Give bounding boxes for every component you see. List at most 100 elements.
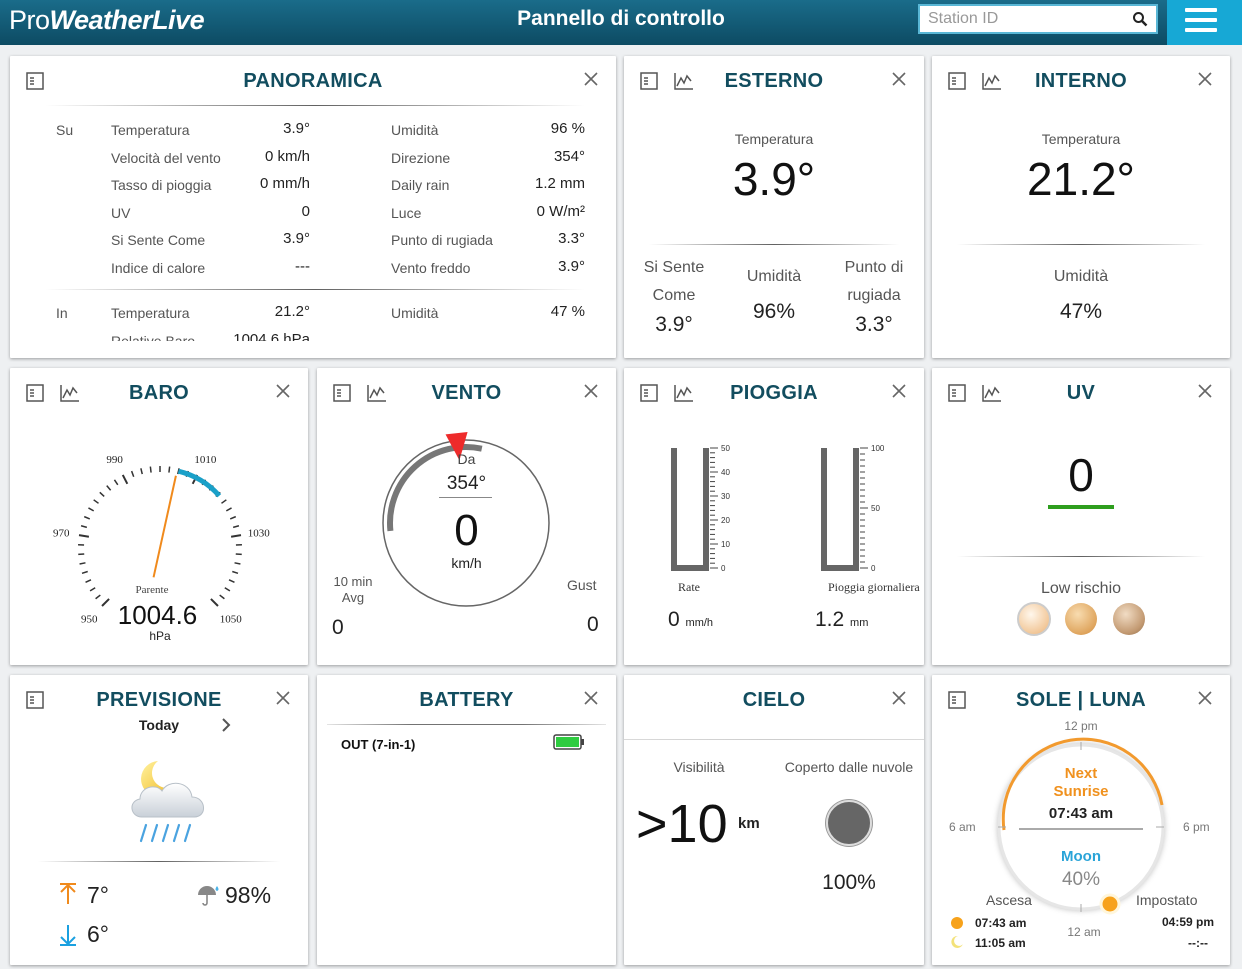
moon-set-time: --:-- xyxy=(1188,936,1208,950)
gauge-tick xyxy=(140,468,143,475)
time-6am: 6 am xyxy=(949,820,976,834)
cloud-cover-label: Coperto dalle nuvole xyxy=(784,759,914,775)
card-title: UV xyxy=(1066,382,1096,404)
wind-avg-label: 10 min Avg xyxy=(333,574,373,605)
overview-in-rows: Temperatura 21.2° Umidità 47 % Relative Baro… xyxy=(10,56,616,341)
humidity-value: 47% xyxy=(1059,300,1103,323)
divider xyxy=(38,861,280,862)
sun-icon xyxy=(951,917,963,929)
uv-level-bar xyxy=(1048,505,1114,509)
dew-point-value: 3.3° xyxy=(855,313,893,336)
gauge-tick xyxy=(88,507,95,512)
arrow-down-icon xyxy=(60,925,76,946)
forecast-low: 6° xyxy=(87,921,109,947)
hamburger-icon xyxy=(1185,28,1217,32)
moon-percent: 40% xyxy=(1061,869,1101,890)
visibility-unit: km xyxy=(738,815,760,832)
skin-tone-dark xyxy=(1113,603,1145,635)
gauge-tick xyxy=(113,479,119,486)
card-title: BATTERY xyxy=(419,689,514,711)
gauge-tick xyxy=(168,466,171,473)
menu-button[interactable] xyxy=(1167,0,1242,45)
gauge-tick-label: 970 xyxy=(53,527,70,539)
rain-tick-label: 0 xyxy=(721,564,726,573)
card-title: BARO xyxy=(128,382,190,404)
gauge-tick xyxy=(79,562,86,565)
chevron-right-icon[interactable] xyxy=(221,718,231,732)
gauge-tick xyxy=(78,534,90,538)
gauge-tick xyxy=(225,507,232,512)
dew-point-label: Punto di rugiada xyxy=(844,259,904,304)
skin-tone-medium xyxy=(1065,603,1097,635)
rain-card: PIOGGIA 50 40 30 20 10 0 100 50 0 Rate Pioggia g… xyxy=(624,368,924,665)
station-id-input[interactable] xyxy=(920,6,1120,32)
overview-card: PANORAMICA Su Temperatura 3.9° Umidità 96 %… xyxy=(10,56,616,358)
divider xyxy=(649,244,899,245)
temperature-value: 3.9° xyxy=(732,153,816,205)
gauge-tick xyxy=(228,579,235,584)
rain-daily-value: 1.2 mm xyxy=(815,608,869,631)
sun-rise-time: 07:43 am xyxy=(975,916,1027,930)
close-icon[interactable] xyxy=(892,72,906,86)
row-value: 21.2° xyxy=(274,303,310,320)
feels-like-value: 3.9° xyxy=(655,313,693,336)
rain-gauge: 100 50 0 xyxy=(821,444,885,573)
gauge-tick-label: 1010 xyxy=(194,454,217,466)
uv-card: UV 0 Low rischio xyxy=(932,368,1230,665)
rain-tick-label: 20 xyxy=(721,516,730,525)
close-icon[interactable] xyxy=(584,691,598,705)
wind-direction-value: 354° xyxy=(446,473,487,494)
close-icon[interactable] xyxy=(1198,384,1212,398)
battery-full-icon xyxy=(553,734,584,750)
temperature-label: Temperatura xyxy=(1041,131,1121,147)
rain-rate-label: Rate xyxy=(678,580,700,594)
rain-tube xyxy=(821,448,859,571)
temperature-value: 21.2° xyxy=(1027,153,1135,205)
rain-rate-value: 0 mm/h xyxy=(668,608,714,631)
night-cloudy-rain-icon xyxy=(131,761,204,843)
gauge-tick xyxy=(230,534,242,538)
cloud-cover-indicator xyxy=(826,800,872,846)
wind-gust-label: Gust xyxy=(567,577,597,593)
gauge-range-arc xyxy=(177,468,222,498)
close-icon[interactable] xyxy=(584,384,598,398)
close-icon[interactable] xyxy=(276,384,290,398)
forecast-card: PREVISIONE Today 7° 6° 98% xyxy=(10,675,308,965)
close-icon[interactable] xyxy=(892,384,906,398)
divider xyxy=(327,724,606,725)
gauge-tick xyxy=(93,499,99,504)
next-sunrise-time: 07:43 am xyxy=(1048,805,1114,822)
gauge-tick xyxy=(106,485,112,491)
skin-tone-light xyxy=(1017,602,1051,636)
rain-tick-label: 10 xyxy=(721,540,730,549)
gauge-tick xyxy=(130,470,135,477)
time-12am: 12 am xyxy=(1067,925,1101,939)
wind-speed-unit: km/h xyxy=(451,555,482,571)
rain-tick-label: 50 xyxy=(871,504,880,513)
card-title: INTERNO xyxy=(1034,70,1128,92)
rain-tick-label: 40 xyxy=(721,468,730,477)
close-icon[interactable] xyxy=(1198,691,1212,705)
hamburger-icon xyxy=(1185,8,1217,12)
gauge-tick xyxy=(81,570,88,575)
time-6pm: 6 pm xyxy=(1183,820,1210,834)
gauge-tick-label: 990 xyxy=(106,454,123,466)
top-bar: ProWeatherLive Pannello di controllo xyxy=(0,0,1242,45)
uv-value: 0 xyxy=(1068,449,1094,501)
gauge-tick xyxy=(229,515,237,520)
moon-rise-time: 11:05 am xyxy=(975,936,1026,950)
divider xyxy=(957,556,1205,557)
close-icon[interactable] xyxy=(276,691,290,705)
humidity-label: Umidità xyxy=(746,268,802,285)
gauge-tick-label: 1050 xyxy=(220,614,243,623)
gauge-tick xyxy=(99,491,105,497)
close-icon[interactable] xyxy=(892,691,906,705)
rain-tick-label: 100 xyxy=(871,444,885,453)
gauge-tick xyxy=(83,515,91,520)
close-icon[interactable] xyxy=(1198,72,1212,86)
divider xyxy=(957,244,1205,245)
rain-daily-label: Pioggia giornaliera xyxy=(828,580,920,594)
card-title: PIOGGIA xyxy=(730,382,818,404)
gauge-needle xyxy=(152,475,177,578)
search-icon[interactable] xyxy=(1132,11,1148,27)
